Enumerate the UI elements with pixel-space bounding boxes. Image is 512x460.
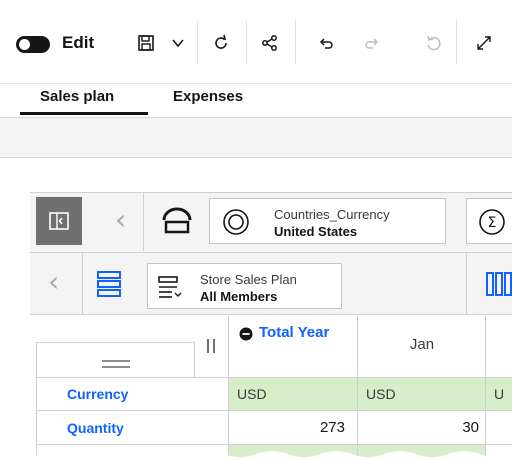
column-header-total-year[interactable]: Total Year	[229, 316, 358, 378]
canvas-gap	[0, 118, 512, 158]
undo-icon[interactable]	[311, 28, 341, 58]
edit-mode-toggle[interactable]	[16, 36, 50, 53]
table-cell[interactable]: 273	[229, 411, 358, 445]
context-dimension-name: Countries_Currency	[274, 207, 390, 222]
chevron-left-icon[interactable]: ‹	[115, 203, 126, 236]
equals-handle-icon[interactable]	[101, 356, 131, 373]
toolbar: Edit	[0, 0, 512, 84]
toolbar-divider	[295, 20, 296, 64]
column-header-next	[486, 316, 512, 378]
expand-icon[interactable]	[469, 28, 499, 58]
active-tab-indicator	[20, 112, 148, 115]
chevron-left-icon[interactable]: ‹	[48, 265, 59, 298]
save-icon[interactable]	[131, 28, 161, 58]
row-header-quantity[interactable]: Quantity	[36, 411, 229, 445]
table-cell[interactable]: USD	[229, 378, 358, 411]
edit-label: Edit	[62, 33, 95, 52]
collapse-panel-button[interactable]	[36, 197, 82, 245]
context-member-selector[interactable]: Countries_Currency United States	[209, 198, 446, 244]
table-cell[interactable]	[486, 411, 512, 445]
member-circle-icon	[222, 208, 250, 241]
sigma-icon: Σ	[477, 208, 507, 241]
bar-divider	[82, 253, 83, 314]
pause-bars-icon	[205, 338, 217, 358]
column-header-label: Total Year	[259, 324, 330, 341]
rows-layout-icon[interactable]	[97, 271, 121, 302]
row-header-currency[interactable]: Currency	[36, 378, 229, 411]
table-cell[interactable]: USD	[358, 378, 486, 411]
tab-expenses[interactable]: Expenses	[173, 88, 243, 105]
toggle-knob	[19, 39, 30, 50]
columns-layout-icon[interactable]	[486, 272, 512, 303]
reset-icon	[418, 28, 448, 58]
table-cell[interactable]: 30	[358, 411, 486, 445]
svg-text:Σ: Σ	[488, 215, 497, 231]
chevron-down-icon[interactable]	[163, 28, 193, 58]
column-header-jan[interactable]: Jan	[358, 316, 486, 378]
bar-divider	[143, 193, 144, 251]
toolbar-divider	[197, 20, 198, 64]
sum-button[interactable]: Σ	[466, 198, 512, 244]
column-header-label: Jan	[409, 336, 435, 353]
context-dimension-value: United States	[274, 224, 358, 239]
column-resize-handle[interactable]	[195, 316, 229, 378]
corner-cell	[36, 342, 195, 378]
row-dimension-value: All Members	[200, 289, 278, 304]
toolbar-divider	[246, 20, 247, 64]
bar-divider	[466, 253, 467, 314]
share-icon[interactable]	[255, 28, 285, 58]
table-cell[interactable]: U	[486, 378, 512, 411]
overview-icon	[49, 212, 69, 230]
toolbar-divider	[456, 20, 457, 64]
refresh-icon[interactable]	[206, 28, 236, 58]
tab-sales-plan[interactable]: Sales plan	[40, 88, 114, 105]
row-dimension-name: Store Sales Plan	[200, 272, 297, 287]
collapse-minus-icon[interactable]	[239, 327, 253, 345]
list-filter-icon	[158, 275, 184, 304]
torn-edge	[0, 451, 512, 460]
row-member-selector[interactable]: Store Sales Plan All Members	[147, 263, 342, 309]
redo-icon	[357, 28, 387, 58]
cube-icon[interactable]	[160, 206, 194, 239]
